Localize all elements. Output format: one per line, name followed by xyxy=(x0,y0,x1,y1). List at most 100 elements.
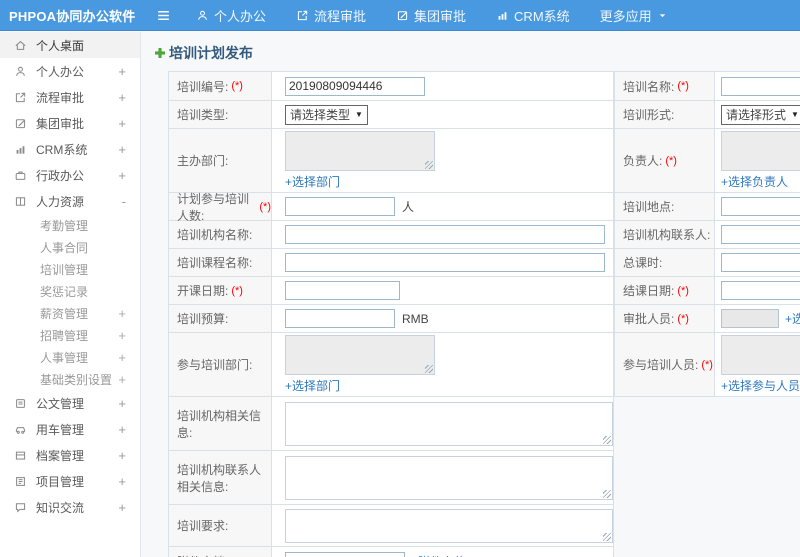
nav-item-label: 更多应用 xyxy=(599,8,652,24)
sidebar-subitem-6-5[interactable]: 招聘管理 + xyxy=(0,324,140,346)
user-icon xyxy=(196,9,209,22)
field-label: 培训机构相关信息: xyxy=(177,408,262,440)
text-input[interactable] xyxy=(721,197,800,216)
hamburger-menu-icon[interactable] xyxy=(156,8,171,23)
user-icon xyxy=(14,65,27,78)
form-row: 计划参与培训人数: (*) 人 xyxy=(169,192,613,223)
sidebar-item-8[interactable]: 用车管理 + xyxy=(0,416,140,442)
sidebar-item-10[interactable]: 项目管理 + xyxy=(0,468,140,494)
caret-down-icon xyxy=(657,10,668,21)
select-value: 请选择形式 xyxy=(726,108,787,122)
picker-link[interactable]: +选择部门 xyxy=(285,173,340,190)
sidebar-subitem-6-2[interactable]: 培训管理 xyxy=(0,258,140,280)
field-label-cell: 培训机构联系人: xyxy=(615,221,715,248)
form-row: 参与培训人员: (*) +选择参与人员 xyxy=(615,332,800,396)
page-title: 培训计划发布 xyxy=(169,44,253,61)
text-input[interactable] xyxy=(285,309,395,328)
field-label: 开课日期: xyxy=(177,284,229,298)
form-row: 培训名称: (*) xyxy=(615,72,800,100)
field-value-cell xyxy=(272,451,613,504)
picker-link[interactable]: +选择审批人 xyxy=(785,310,800,327)
text-input[interactable] xyxy=(721,309,779,328)
chart-icon xyxy=(496,9,509,22)
sidebar-subitem-6-7[interactable]: 基础类别设置 + xyxy=(0,368,140,390)
textarea[interactable] xyxy=(721,131,800,171)
text-input[interactable] xyxy=(285,552,405,557)
nav-item-3[interactable]: CRM系统 xyxy=(481,0,585,31)
sidebar-subitem-6-3[interactable]: 奖惩记录 xyxy=(0,280,140,302)
text-input[interactable] xyxy=(285,253,605,272)
unit-label: 人 xyxy=(402,200,415,214)
textarea[interactable] xyxy=(285,335,435,375)
sidebar-item-7[interactable]: 公文管理 + xyxy=(0,390,140,416)
sidebar-subitem-6-6[interactable]: 人事管理 + xyxy=(0,346,140,368)
field-label-cell: 参与培训人员: (*) xyxy=(615,333,715,396)
text-input[interactable] xyxy=(721,281,800,300)
field-label: 培训课程名称: xyxy=(177,256,253,270)
edit-icon xyxy=(396,9,409,22)
sidebar-item-0[interactable]: 个人桌面 xyxy=(0,32,140,58)
required-mark: (*) xyxy=(231,80,243,92)
navbar-menu: 个人办公 流程审批 集团审批 CRM系统 更多应用 xyxy=(181,0,683,31)
sidebar-item-3[interactable]: 集团审批 + xyxy=(0,110,140,136)
required-mark: (*) xyxy=(677,80,689,92)
form-row: 开课日期: (*) xyxy=(169,276,613,304)
sidebar-subitem-6-0[interactable]: 考勤管理 xyxy=(0,214,140,236)
text-input[interactable] xyxy=(285,281,400,300)
select-dropdown[interactable]: 请选择形式 xyxy=(721,104,800,125)
text-input[interactable] xyxy=(721,253,800,272)
book-icon xyxy=(14,195,27,208)
app-logo: PHPOA协同办公软件 xyxy=(9,8,136,24)
sidebar-item-11[interactable]: 知识交流 + xyxy=(0,494,140,520)
field-label: 培训机构联系人相关信息: xyxy=(177,462,262,494)
select-value: 请选择类型 xyxy=(290,108,351,122)
sidebar-item-1[interactable]: 个人办公 + xyxy=(0,58,140,84)
sidebar-subitem-label: 奖惩记录 xyxy=(40,284,89,299)
nav-item-4[interactable]: 更多应用 xyxy=(585,0,683,31)
field-label: 总课时: xyxy=(623,256,663,270)
sidebar-item-9[interactable]: 档案管理 + xyxy=(0,442,140,468)
sidebar-subitem-label: 基础类别设置 xyxy=(40,372,113,387)
nav-item-2[interactable]: 集团审批 xyxy=(381,0,481,31)
picker-link[interactable]: +附件上传 xyxy=(411,553,466,557)
nav-item-1[interactable]: 流程审批 xyxy=(281,0,381,31)
sidebar-subitem-6-1[interactable]: 人事合同 xyxy=(0,236,140,258)
sidebar-item-2[interactable]: 流程审批 + xyxy=(0,84,140,110)
expand-toggle: + xyxy=(118,327,126,343)
nav-item-0[interactable]: 个人办公 xyxy=(181,0,281,31)
field-label: 培训形式: xyxy=(623,108,675,122)
sidebar-subitem-6-4[interactable]: 薪资管理 + xyxy=(0,302,140,324)
doc-icon xyxy=(14,397,27,410)
expand-toggle: + xyxy=(118,395,126,411)
text-input[interactable] xyxy=(285,225,605,244)
sidebar-item-6[interactable]: 人力资源 - xyxy=(0,188,140,214)
picker-link[interactable]: +选择参与人员 xyxy=(721,377,800,394)
field-value-cell xyxy=(272,249,613,276)
text-input[interactable] xyxy=(285,197,395,216)
textarea[interactable] xyxy=(285,508,613,543)
textarea[interactable] xyxy=(285,131,435,171)
text-input[interactable] xyxy=(721,225,800,244)
textarea[interactable] xyxy=(285,455,613,500)
field-value-cell xyxy=(715,193,800,220)
textarea[interactable] xyxy=(721,335,800,375)
sidebar-item-5[interactable]: 行政办公 + xyxy=(0,162,140,188)
training-form: 培训编号:(*)培训类型:请选择类型主办部门:+选择部门计划参与培训人数:(*)… xyxy=(168,71,800,557)
text-input[interactable] xyxy=(285,76,425,96)
field-label-cell: 培训地点: xyxy=(615,193,715,220)
picker-link[interactable]: +选择部门 xyxy=(285,377,340,394)
field-value-cell xyxy=(715,72,800,100)
field-label: 培训编号: xyxy=(177,79,229,94)
picker-link[interactable]: +选择负责人 xyxy=(721,173,788,190)
expand-toggle: + xyxy=(118,167,126,183)
field-label: 培训机构名称: xyxy=(177,228,253,242)
field-label-cell: 附件文档: xyxy=(169,547,272,557)
textarea[interactable] xyxy=(285,401,613,446)
sidebar-item-4[interactable]: CRM系统 + xyxy=(0,136,140,162)
sidebar: 个人桌面 个人办公 + 流程审批 + 集团审批 + CRM系统 + 行政办公 + 人力资源 - 考勤管理人… xyxy=(0,32,141,557)
sidebar-item-label: 档案管理 xyxy=(36,448,85,463)
form-row: 附件文档: +附件上传 xyxy=(169,546,613,557)
select-dropdown[interactable]: 请选择类型 xyxy=(285,104,368,125)
text-input[interactable] xyxy=(721,76,800,96)
field-value-cell: +选择部门 xyxy=(272,129,613,192)
